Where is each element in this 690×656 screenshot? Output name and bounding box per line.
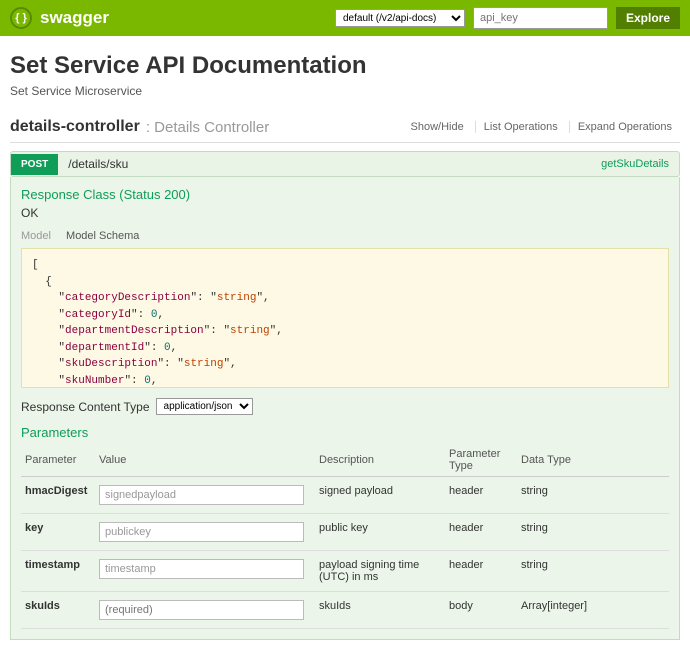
table-row: hmacDigest signed payload header string xyxy=(21,477,669,514)
page-title: Set Service API Documentation xyxy=(10,52,680,80)
content-type-select[interactable]: application/json xyxy=(156,398,253,415)
tab-model[interactable]: Model xyxy=(21,230,51,242)
table-row: skuIds skuIds body Array[integer] xyxy=(21,592,669,629)
tab-model-schema[interactable]: Model Schema xyxy=(66,230,139,242)
response-status: OK xyxy=(21,206,669,220)
http-method-badge: POST xyxy=(11,154,58,175)
table-row: key public key header string xyxy=(21,514,669,551)
param-value-input[interactable] xyxy=(99,600,304,620)
param-dtype: Array[integer] xyxy=(517,592,669,629)
param-name: key xyxy=(21,514,95,551)
api-key-input[interactable] xyxy=(473,7,608,29)
th-param-type: Parameter Type xyxy=(445,444,517,477)
page-subtitle: Set Service Microservice xyxy=(10,84,680,98)
param-type: body xyxy=(445,592,517,629)
list-operations-link[interactable]: List Operations xyxy=(475,121,566,133)
parameters-table: Parameter Value Description Parameter Ty… xyxy=(21,444,669,629)
operation-id: getSkuDetails xyxy=(601,158,679,170)
param-value-input[interactable] xyxy=(99,522,304,542)
controller-name[interactable]: details-controller xyxy=(10,118,140,136)
param-dtype: string xyxy=(517,514,669,551)
operation-header[interactable]: POST /details/sku getSkuDetails xyxy=(10,151,680,177)
spec-select[interactable]: default (/v2/api-docs) xyxy=(335,9,465,27)
param-desc: public key xyxy=(315,514,445,551)
controller-header: details-controller : Details Controller … xyxy=(10,118,680,143)
parameters-title: Parameters xyxy=(21,425,669,440)
expand-operations-link[interactable]: Expand Operations xyxy=(569,121,680,133)
content-type-label: Response Content Type xyxy=(21,400,150,414)
operation-path: /details/sku xyxy=(58,152,601,176)
param-type: header xyxy=(445,514,517,551)
operation-body: Response Class (Status 200) OK Model Mod… xyxy=(10,177,680,640)
controller-actions: Show/Hide List Operations Expand Operati… xyxy=(403,121,680,133)
th-value: Value xyxy=(95,444,315,477)
response-class-label: Response Class (Status 200) xyxy=(21,187,669,202)
param-type: header xyxy=(445,477,517,514)
th-parameter: Parameter xyxy=(21,444,95,477)
param-type: header xyxy=(445,551,517,592)
param-name: hmacDigest xyxy=(21,477,95,514)
controller-desc: : Details Controller xyxy=(146,119,403,136)
param-desc: signed payload xyxy=(315,477,445,514)
th-data-type: Data Type xyxy=(517,444,669,477)
app-header: { } swagger default (/v2/api-docs) Explo… xyxy=(0,0,690,36)
param-value-input[interactable] xyxy=(99,559,304,579)
schema-tabs: Model Model Schema xyxy=(21,230,669,242)
swagger-logo-icon: { } xyxy=(10,7,32,29)
table-row: timestamp payload signing time (UTC) in … xyxy=(21,551,669,592)
param-dtype: string xyxy=(517,551,669,592)
show-hide-link[interactable]: Show/Hide xyxy=(403,121,472,133)
logo-text: swagger xyxy=(40,8,327,28)
param-dtype: string xyxy=(517,477,669,514)
param-name: timestamp xyxy=(21,551,95,592)
param-desc: skuIds xyxy=(315,592,445,629)
param-name: skuIds xyxy=(21,592,95,629)
th-description: Description xyxy=(315,444,445,477)
schema-json-box[interactable]: [ { "categoryDescription": "string", "ca… xyxy=(21,248,669,388)
explore-button[interactable]: Explore xyxy=(616,7,680,29)
param-desc: payload signing time (UTC) in ms xyxy=(315,551,445,592)
param-value-input[interactable] xyxy=(99,485,304,505)
